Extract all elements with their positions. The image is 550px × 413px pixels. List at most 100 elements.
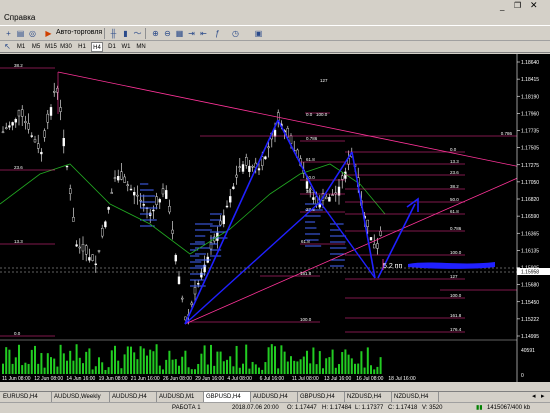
candle-body — [379, 230, 382, 236]
volume-bar — [325, 358, 328, 374]
candle-body — [366, 219, 369, 227]
price-label: 1.18190 — [521, 94, 539, 100]
volume-bar — [114, 345, 116, 374]
tf-m1[interactable]: M1 — [16, 42, 26, 52]
candle-body — [244, 157, 248, 166]
volume-bar — [43, 367, 46, 374]
restore-icon[interactable]: ❐ — [514, 1, 521, 10]
volume-bar — [40, 353, 43, 374]
tab-audusd-m1[interactable]: AUDUSD,M1 — [157, 392, 204, 402]
templates-icon[interactable]: ▣ — [253, 28, 264, 39]
tab-eurusd-h4[interactable]: EURUSD,H4 — [1, 392, 52, 402]
candle-body — [158, 199, 162, 203]
date-label: 6 Jul 16:00 — [260, 376, 285, 382]
fib-left-label: 38.2 — [14, 63, 23, 68]
candle-body — [331, 194, 334, 196]
tab-nzdusd-h4-2[interactable]: NZDUSD,H4 — [392, 392, 439, 402]
volume-bar — [232, 366, 235, 374]
volume-bar — [190, 369, 193, 374]
volume-bar — [210, 344, 212, 374]
tf-d1[interactable]: D1 — [107, 42, 117, 52]
candlestick-icon[interactable]: ▮ — [120, 28, 131, 39]
fib-right-label: 127 — [450, 274, 458, 279]
price-label: 1.17735 — [521, 129, 539, 135]
tf-w1[interactable]: W1 — [121, 42, 131, 52]
tab-gbpusd-h4-2[interactable]: GBPUSD,H4 — [298, 392, 345, 402]
volume-bar — [302, 356, 305, 374]
fib-right-label: 100.0 — [450, 250, 462, 255]
tab-audusd-h4[interactable]: AUDUSD,H4 — [110, 392, 157, 402]
periods-icon[interactable]: ◷ — [230, 28, 241, 39]
zoom-in-icon[interactable]: + — [3, 28, 14, 39]
candle-body — [43, 130, 46, 138]
tf-m15[interactable]: M15 — [45, 42, 57, 52]
volume-histogram — [2, 344, 382, 374]
volume-bar — [162, 369, 164, 374]
volume-bar — [85, 351, 88, 374]
tf-h1[interactable]: H1 — [77, 42, 87, 52]
line-chart-icon[interactable]: 〜 — [132, 28, 143, 39]
candle-body — [14, 118, 18, 123]
volume-bar — [91, 369, 94, 374]
tile-windows-icon[interactable]: ▦ — [174, 28, 185, 39]
annotation-label: 5.2 пп — [383, 263, 402, 270]
cursor-icon[interactable]: ↖ — [2, 41, 13, 52]
candle-body — [264, 156, 267, 160]
volume-bar — [261, 369, 264, 374]
auto-trading-button[interactable]: Авто-торговля — [56, 27, 102, 38]
candle-body — [152, 209, 155, 212]
candle-body — [72, 217, 75, 222]
tab-gbpusd-h4[interactable]: GBPUSD,H4 — [204, 392, 251, 402]
current-price-label: 1.15958 — [521, 270, 539, 276]
price-chart[interactable]: 38.223.613.30.01270.0 100.061.850.038.223… — [0, 54, 550, 382]
volume-bar — [174, 359, 177, 374]
volume-bar — [110, 350, 113, 374]
new-order-icon[interactable]: ▤ — [15, 28, 26, 39]
minimize-icon[interactable]: _ — [500, 2, 504, 11]
price-label: 1.17505 — [521, 146, 539, 152]
auto-trading-icon[interactable]: ▶ — [43, 28, 54, 39]
chart-window[interactable]: 38.2 23.6 13.3 0.0 127 0.0 100.0 61.8 50.0 38.2 23… — [0, 54, 550, 382]
navigator-icon[interactable]: ◎ — [27, 28, 38, 39]
menu-item-help[interactable]: Справка — [4, 13, 35, 22]
tabs-scroll-left-icon[interactable]: ◂ — [532, 392, 536, 400]
tab-audusd-h4-2[interactable]: AUDUSD,H4 — [251, 392, 298, 402]
volume-bar — [98, 357, 100, 374]
candle-body — [328, 197, 331, 202]
volume-bar — [290, 356, 292, 374]
candle-body — [107, 207, 110, 210]
candle-body — [104, 221, 107, 228]
fib-mid-label: 61.8 — [306, 157, 315, 162]
volume-bar — [142, 348, 145, 374]
tab-nzdusd-h4[interactable]: NZDUSD,H4 — [345, 392, 392, 402]
zoom-plus-icon[interactable]: ⊕ — [150, 28, 161, 39]
price-label: 1.18640 — [521, 60, 539, 66]
volume-bar — [11, 363, 14, 374]
bar-chart-icon[interactable]: ╫ — [108, 28, 119, 39]
volume-bar — [62, 353, 65, 374]
tf-h4[interactable]: H4 — [91, 42, 103, 52]
autoscroll-icon[interactable]: ⇥ — [186, 28, 197, 39]
volume-bar — [136, 359, 139, 374]
candle-body — [222, 215, 226, 225]
volume-bar — [168, 350, 171, 374]
pattern-xa — [184, 119, 279, 325]
volume-bar — [152, 351, 155, 374]
tab-audusd-weekly[interactable]: AUDUSD,Weekly — [52, 392, 110, 402]
volume-bar — [286, 361, 289, 374]
tabs-scroll-right-icon[interactable]: ▸ — [541, 392, 545, 400]
volume-bar — [277, 368, 280, 374]
candle-body — [193, 287, 197, 295]
chart-shift-icon[interactable]: ⇤ — [198, 28, 209, 39]
volume-bar — [107, 367, 110, 374]
tf-m30[interactable]: M30 — [60, 42, 72, 52]
toolbar-separator — [104, 28, 105, 39]
tf-m5[interactable]: M5 — [30, 42, 42, 52]
tf-mn[interactable]: MN — [135, 42, 147, 52]
volume-bar — [347, 354, 350, 374]
fib-right-label: 100.0 — [450, 293, 462, 298]
close-icon[interactable]: ✕ — [530, 0, 538, 11]
candle-body — [376, 243, 379, 249]
indicators-icon[interactable]: ƒ — [212, 28, 223, 39]
zoom-minus-icon[interactable]: ⊖ — [162, 28, 173, 39]
